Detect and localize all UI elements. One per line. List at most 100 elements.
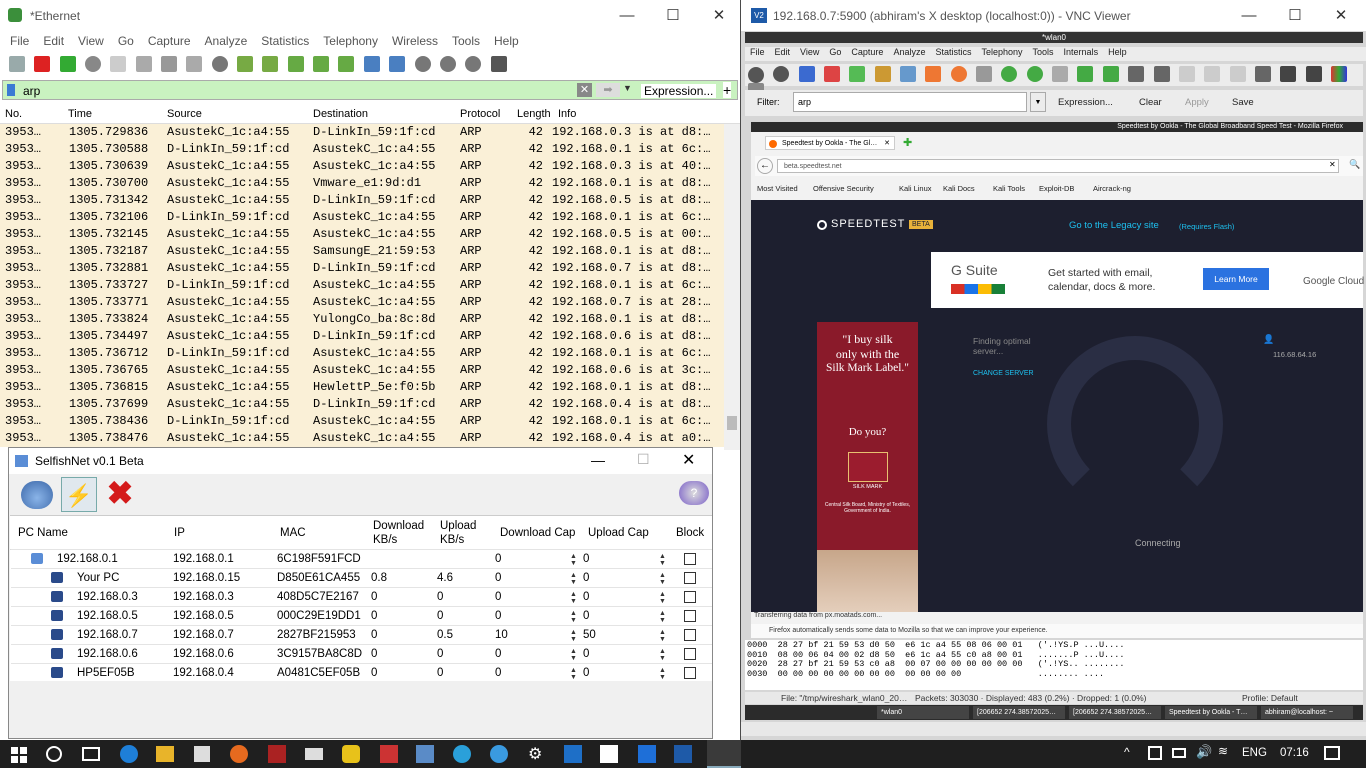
- save-icon[interactable]: [135, 56, 152, 72]
- download-cap-spinner[interactable]: ▲ ▼: [567, 553, 580, 567]
- col-download[interactable]: Download: [373, 519, 424, 533]
- windows-start-icon[interactable]: [11, 747, 27, 763]
- device-ucap[interactable]: 0: [583, 610, 589, 622]
- remote-start-icon[interactable]: [798, 65, 815, 82]
- expression-button[interactable]: Expression...: [641, 84, 717, 98]
- remote-resize-icon[interactable]: [1254, 65, 1271, 82]
- device-ucap[interactable]: 0: [583, 591, 589, 603]
- bookmark-most-visited[interactable]: Most Visited: [757, 184, 798, 193]
- zoom-in-icon[interactable]: [414, 56, 431, 72]
- download-cap-spinner[interactable]: ▲ ▼: [567, 610, 580, 624]
- remote-expression-button[interactable]: Expression...: [1058, 97, 1113, 108]
- col-protocol[interactable]: Protocol: [460, 108, 500, 120]
- remote-forward-icon[interactable]: [1026, 65, 1043, 82]
- store-icon[interactable]: [194, 746, 210, 762]
- app-taskbar-icon-5[interactable]: [490, 745, 508, 763]
- file-explorer-icon[interactable]: [156, 746, 174, 762]
- learn-more-button[interactable]: Learn More: [1203, 268, 1269, 290]
- packet-row[interactable]: 3953… 1305.738476 AsustekC_1c:a4:55 Asustek…: [0, 430, 724, 447]
- packet-row[interactable]: 3953… 1305.732881 AsustekC_1c:a4:55 D-LinkI…: [0, 260, 724, 277]
- packet-row[interactable]: 3953… 1305.731342 AsustekC_1c:a4:55 D-LinkI…: [0, 192, 724, 209]
- remote-bottom-icon[interactable]: [1102, 65, 1119, 82]
- block-checkbox[interactable]: [684, 648, 696, 660]
- download-cap-spinner[interactable]: ▲ ▼: [567, 572, 580, 586]
- remote-close-icon[interactable]: [925, 65, 942, 82]
- help-icon[interactable]: ?: [679, 481, 709, 505]
- remote-menu-telephony[interactable]: Telephony: [976, 47, 1027, 61]
- remote-task-button[interactable]: [206652 274.38572025…: [973, 706, 1065, 719]
- selfishnet-titlebar[interactable]: SelfishNet v0.1 Beta — ☐ ✕: [9, 448, 712, 474]
- packet-row[interactable]: 3953… 1305.730588 D-LinkIn_59:1f:cd Asustek…: [0, 141, 724, 158]
- mail-icon[interactable]: [305, 748, 323, 760]
- bookmark-kali-linux[interactable]: Kali Linux: [899, 184, 932, 193]
- packet-row[interactable]: 3953… 1305.737699 AsustekC_1c:a4:55 D-LinkI…: [0, 396, 724, 413]
- filter-history-icon[interactable]: ▼: [623, 83, 632, 93]
- reload-icon[interactable]: [186, 56, 203, 72]
- menu-view[interactable]: View: [71, 34, 111, 48]
- block-checkbox[interactable]: [684, 610, 696, 622]
- device-ucap[interactable]: 0: [583, 553, 589, 565]
- menu-analyze[interactable]: Analyze: [198, 34, 255, 48]
- remote-save-button[interactable]: Save: [1232, 97, 1254, 108]
- packet-row[interactable]: 3953… 1305.733771 AsustekC_1c:a4:55 Asustek…: [0, 294, 724, 311]
- packet-row[interactable]: 3953… 1305.732145 AsustekC_1c:a4:55 Asustek…: [0, 226, 724, 243]
- shark-fin-icon[interactable]: [9, 56, 25, 72]
- apply-filter-icon[interactable]: ➡: [596, 83, 620, 97]
- remote-task-button[interactable]: *wlan0: [877, 706, 969, 719]
- upload-cap-spinner[interactable]: ▲ ▼: [656, 667, 669, 681]
- settings-icon[interactable]: ⚙: [528, 744, 542, 764]
- tray-chevron-icon[interactable]: ^: [1124, 745, 1130, 759]
- remote-menu-tools[interactable]: Tools: [1028, 47, 1059, 61]
- wireshark-titlebar[interactable]: *Ethernet — ☐ ✕: [0, 0, 740, 31]
- device-row[interactable]: HP5EF05B 192.168.0.4 A0481C5EF05B 0 0 0 0 ▲ ▼ ▲ ▼: [11, 663, 712, 682]
- remote-display-filter-icon[interactable]: [1305, 65, 1322, 82]
- vnc-taskbar-icon[interactable]: [674, 745, 692, 763]
- download-cap-spinner[interactable]: ▲ ▼: [567, 591, 580, 605]
- device-dcap[interactable]: 0: [495, 553, 501, 565]
- menu-statistics[interactable]: Statistics: [254, 34, 316, 48]
- menu-capture[interactable]: Capture: [141, 34, 198, 48]
- tray-wifi-icon[interactable]: ≋: [1218, 744, 1228, 758]
- selfishnet-close-button[interactable]: ✕: [682, 450, 695, 470]
- menu-file[interactable]: File: [3, 34, 36, 48]
- minimize-button[interactable]: —: [604, 0, 650, 31]
- remote-save-icon[interactable]: [900, 65, 917, 82]
- gsuite-ad[interactable]: G Suite Get started with email, calendar…: [931, 252, 1364, 308]
- restart-icon[interactable]: [59, 56, 76, 72]
- packet-row[interactable]: 3953… 1305.733727 D-LinkIn_59:1f:cd Asustek…: [0, 277, 724, 294]
- remote-reload-icon[interactable]: [950, 65, 967, 82]
- forward-icon[interactable]: [262, 56, 279, 72]
- remote-task-button[interactable]: [206652 274.38572025…: [1069, 706, 1161, 719]
- app-taskbar-icon-1[interactable]: [268, 745, 286, 763]
- remote-interfaces-icon[interactable]: [748, 67, 764, 83]
- col-pc-name[interactable]: PC Name: [18, 526, 68, 540]
- remote-clear-button[interactable]: Clear: [1139, 97, 1162, 108]
- tray-volume-icon[interactable]: 🔊: [1196, 744, 1212, 760]
- col-download-cap[interactable]: Download Cap: [500, 526, 575, 540]
- packet-list-scrollbar[interactable]: [724, 124, 740, 450]
- remote-options-icon[interactable]: [773, 65, 790, 82]
- legacy-site-link[interactable]: Go to the Legacy site: [1069, 220, 1159, 231]
- selfishnet-maximize-button[interactable]: ☐: [637, 451, 650, 468]
- packet-row[interactable]: 3953… 1305.736765 AsustekC_1c:a4:55 Asustek…: [0, 362, 724, 379]
- menu-tools[interactable]: Tools: [445, 34, 487, 48]
- device-dcap[interactable]: 0: [495, 648, 501, 660]
- app-taskbar-icon-7[interactable]: [600, 745, 618, 763]
- app-taskbar-icon-6[interactable]: [564, 745, 582, 763]
- edge-icon[interactable]: [120, 745, 138, 763]
- remote-menu-go[interactable]: Go: [824, 47, 846, 61]
- block-checkbox[interactable]: [684, 629, 696, 641]
- clear-filter-icon[interactable]: ✕: [577, 83, 592, 97]
- block-checkbox[interactable]: [684, 572, 696, 584]
- zoom-reset-icon[interactable]: [465, 56, 482, 72]
- resize-columns-icon[interactable]: [490, 56, 507, 72]
- upload-cap-spinner[interactable]: ▲ ▼: [656, 572, 669, 586]
- device-row[interactable]: 192.168.0.6 192.168.0.6 3C9157BA8C8D 0 0 0 0 ▲ ▼…: [11, 644, 712, 663]
- filter-input[interactable]: arp: [23, 84, 40, 98]
- remote-filter-dropdown[interactable]: ▼: [1030, 92, 1046, 112]
- firefox-tab[interactable]: Speedtest by Ookla - The Gl… ✕: [765, 136, 895, 150]
- url-input[interactable]: beta.speedtest.net: [777, 159, 1339, 173]
- menu-telephony[interactable]: Telephony: [316, 34, 385, 48]
- action-center-icon[interactable]: [1324, 746, 1340, 760]
- upload-cap-spinner[interactable]: ▲ ▼: [656, 648, 669, 662]
